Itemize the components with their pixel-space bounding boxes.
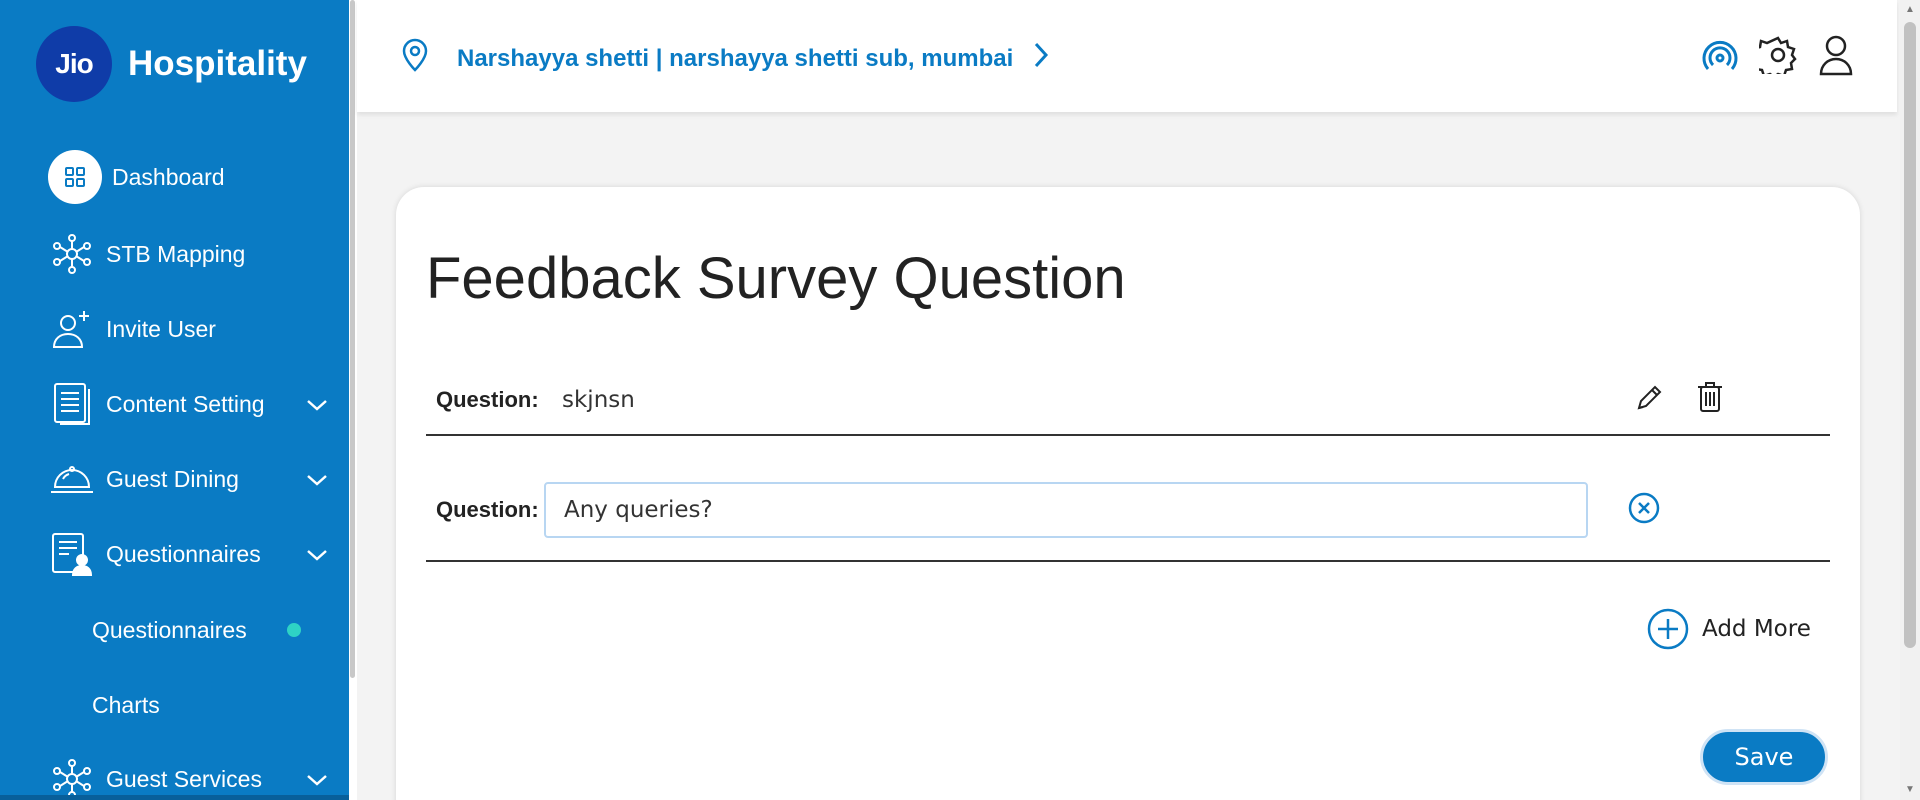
active-indicator-dot — [287, 623, 301, 637]
sidebar-item-guest-services[interactable]: Guest Services — [48, 752, 338, 800]
brand[interactable]: Jio Hospitality — [36, 26, 307, 102]
location-text: Narshayya shetti | narshayya shetti sub,… — [457, 44, 1014, 72]
add-more-button[interactable]: Add More — [1646, 607, 1811, 651]
location-selector[interactable]: Narshayya shetti | narshayya shetti sub,… — [401, 38, 1049, 79]
sidebar-item-label: Guest Services — [106, 765, 262, 792]
chevron-right-icon[interactable] — [1033, 41, 1049, 76]
sidebar-item-label: STB Mapping — [106, 240, 246, 267]
chevron-down-icon[interactable] — [306, 391, 328, 418]
broadcast-icon[interactable] — [1701, 34, 1739, 76]
add-more-label: Add More — [1702, 616, 1811, 642]
save-button[interactable]: Save — [1700, 729, 1828, 785]
plus-circle-icon — [1646, 607, 1690, 651]
gear-icon[interactable] — [1759, 34, 1797, 76]
sidebar-item-guest-dining[interactable]: Guest Dining — [48, 452, 338, 506]
question-row: Question: skjnsn — [426, 351, 1830, 436]
sidebar-item-invite-user[interactable]: Invite User — [48, 302, 338, 356]
sidebar-subitem-charts[interactable]: Charts — [92, 683, 160, 727]
sidebar: Jio Hospitality Dashboard STB Mapping In… — [0, 0, 349, 800]
question-row-editing: Question: — [426, 438, 1830, 562]
chevron-down-icon[interactable] — [306, 766, 328, 793]
network-icon — [48, 755, 96, 800]
page-title: Feedback Survey Question — [426, 246, 1126, 311]
dashboard-icon — [48, 150, 102, 204]
top-header: Narshayya shetti | narshayya shetti sub,… — [357, 0, 1897, 112]
question-label: Question: — [436, 497, 539, 522]
sidebar-item-questionnaires[interactable]: Questionnaires — [48, 527, 338, 581]
scroll-down-arrow-icon[interactable]: ▼ — [1904, 784, 1916, 796]
cancel-close-icon[interactable] — [1626, 490, 1662, 526]
user-icon[interactable] — [1817, 34, 1855, 76]
sidebar-item-label: Dashboard — [112, 163, 225, 190]
jio-logo: Jio — [36, 26, 112, 102]
brand-name: Hospitality — [128, 44, 307, 83]
network-icon — [48, 230, 96, 278]
edit-pencil-icon[interactable] — [1632, 379, 1668, 415]
cloche-icon — [48, 455, 96, 503]
chevron-down-icon[interactable] — [306, 466, 328, 493]
feedback-survey-card: Feedback Survey Question Question: skjns… — [396, 187, 1860, 800]
chevron-down-icon[interactable] — [306, 541, 328, 568]
sidebar-item-dashboard[interactable]: Dashboard — [48, 150, 338, 204]
location-pin-icon — [401, 38, 429, 79]
sidebar-item-label: Questionnaires — [106, 540, 261, 567]
question-input[interactable] — [544, 482, 1588, 538]
questionnaire-icon — [48, 530, 96, 578]
sidebar-bottom-edge — [0, 795, 349, 800]
sidebar-item-stb-mapping[interactable]: STB Mapping — [48, 227, 338, 281]
sidebar-item-label: Guest Dining — [106, 465, 239, 492]
sidebar-scrollbar-thumb[interactable] — [350, 0, 355, 678]
page-scrollbar-thumb[interactable] — [1904, 22, 1916, 648]
sidebar-item-content-setting[interactable]: Content Setting — [48, 377, 338, 431]
delete-trash-icon[interactable] — [1692, 379, 1728, 415]
sidebar-item-label: Invite User — [106, 315, 216, 342]
document-icon — [48, 380, 96, 428]
header-actions — [1701, 34, 1855, 76]
page-scrollbar-track[interactable]: ▲ ▼ — [1900, 0, 1920, 800]
sidebar-item-label: Content Setting — [106, 390, 265, 417]
question-text: skjnsn — [562, 387, 635, 413]
question-label: Question: — [436, 387, 539, 412]
sidebar-subitem-questionnaires[interactable]: Questionnaires — [92, 608, 247, 652]
scroll-up-arrow-icon[interactable]: ▲ — [1904, 4, 1916, 16]
add-user-icon — [48, 305, 96, 353]
